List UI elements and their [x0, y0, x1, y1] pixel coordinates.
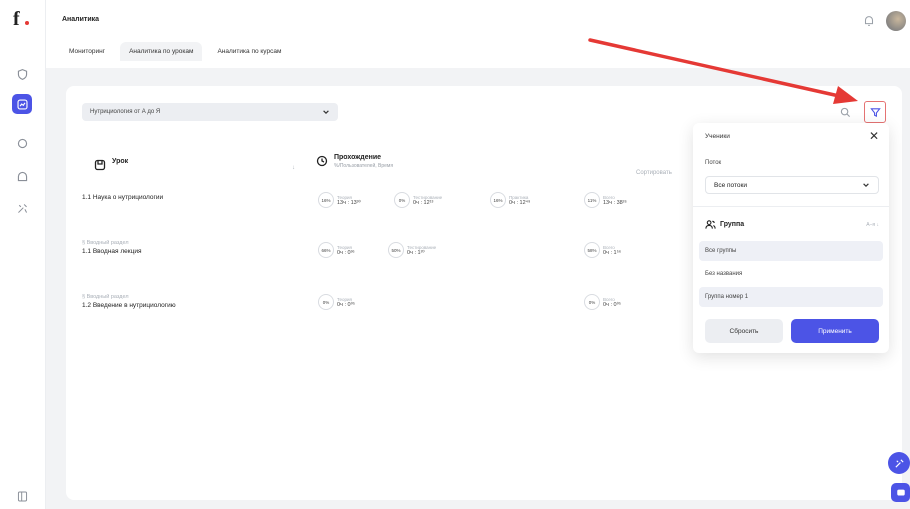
tools-icon	[894, 458, 904, 468]
stat-pct: 11%	[584, 192, 600, 208]
column-progress-title: Прохождение	[334, 154, 382, 161]
stat-value: 0ч : 0⁰⁵	[603, 301, 622, 308]
search-icon	[840, 107, 850, 117]
group-section-title: Группа	[705, 219, 744, 230]
panel-icon[interactable]	[12, 486, 32, 506]
stat-value: 13ч : 38²⁶	[603, 199, 627, 206]
tab-monitoring[interactable]: Мониторинг	[60, 42, 114, 61]
stat-value: 0ч : 0⁰⁵	[337, 301, 356, 308]
filter-panel-title: Ученики	[705, 133, 730, 140]
shield-icon[interactable]	[12, 64, 32, 84]
stat-value: 13ч : 13³⁰	[337, 199, 361, 206]
group-sort-button[interactable]: А–я ↓	[866, 222, 879, 228]
stat-label: Тестирование	[407, 244, 437, 250]
table-row[interactable]: 1.1 Наука о нутрициологии	[82, 192, 163, 201]
stat-total: 58% Всего 0ч : 1⁵⁶	[584, 242, 621, 258]
column-progress-subtitle: %/Пользователей, Время	[334, 163, 394, 169]
group-item-unnamed[interactable]: Без названия	[699, 264, 883, 284]
avatar[interactable]	[886, 11, 906, 31]
section-name: § Вводный раздел	[82, 240, 129, 246]
tab-bar: Мониторинг Аналитика по урокам Аналитика…	[60, 42, 290, 61]
search-button[interactable]	[836, 103, 854, 121]
stat-theory: 0% Теория 0ч : 0⁰⁵	[318, 294, 355, 310]
lesson-name: 1.2 Введение в нутрициологию	[82, 302, 176, 309]
bell-icon[interactable]	[862, 14, 876, 30]
column-progress: Прохождение %/Пользователей, Время	[316, 154, 393, 169]
tab-lesson-analytics[interactable]: Аналитика по урокам	[120, 42, 203, 61]
course-sort-value: Нутрициология от А до Я	[90, 109, 161, 115]
filter-button[interactable]	[864, 101, 886, 123]
chat-button[interactable]	[891, 483, 910, 502]
chevron-down-icon	[863, 183, 869, 188]
chevron-down-icon	[323, 110, 329, 115]
divider	[693, 206, 889, 207]
stat-theory: 16% Теория 13ч : 13³⁰	[318, 192, 361, 208]
stat-testing: 50% Тестирование 0ч : 1²⁰	[388, 242, 436, 258]
filter-panel: Ученики ✕ Поток Все потоки Группа А–я ↓ …	[693, 123, 889, 353]
course-sort-select[interactable]: Нутрициология от А до Я	[82, 103, 338, 121]
section-name: § Вводный раздел	[82, 294, 129, 300]
table-row[interactable]: § Вводный раздел 1.2 Введение в нутрицио…	[82, 294, 176, 309]
tools-icon[interactable]	[12, 198, 32, 218]
home-icon[interactable]	[12, 166, 32, 186]
filter-icon	[869, 107, 881, 117]
close-icon[interactable]: ✕	[869, 129, 879, 143]
stat-pct: 50%	[388, 242, 404, 258]
page-title: Аналитика	[62, 16, 100, 23]
reset-button[interactable]: Сбросить	[705, 319, 783, 343]
stat-total: 0% Всего 0ч : 0⁰⁵	[584, 294, 621, 310]
stat-label: Практика	[509, 194, 529, 200]
group-item-1[interactable]: Группа номер 1	[699, 287, 883, 307]
stat-pct: 16%	[490, 192, 506, 208]
stat-pct: 58%	[584, 242, 600, 258]
chat-icon	[896, 489, 905, 495]
apply-button[interactable]: Применить	[791, 319, 879, 343]
table-row[interactable]: § Вводный раздел 1.1 Вводная лекция	[82, 240, 141, 255]
sort-arrow-icon[interactable]: ↓	[292, 165, 295, 171]
stat-pct: 0%	[394, 192, 410, 208]
stat-testing: 0% Тестирование 0ч : 12¹³	[394, 192, 442, 208]
stream-value: Все потоки	[714, 181, 747, 189]
sidebar: f	[0, 0, 46, 509]
stat-value: 0ч : 12¹³	[413, 199, 434, 206]
stat-value: 0ч : 12⁴⁹	[509, 199, 531, 206]
stat-total: 11% Всего 13ч : 38²⁶	[584, 192, 627, 208]
stat-value: 0ч : 1⁵⁶	[603, 249, 622, 256]
logo[interactable]: f	[13, 8, 31, 30]
lesson-icon	[94, 159, 106, 171]
stream-select[interactable]: Все потоки	[705, 176, 879, 194]
stat-pct: 0%	[318, 294, 334, 310]
circle-icon[interactable]	[12, 133, 32, 153]
stat-pct: 66%	[318, 242, 334, 258]
column-lesson-title: Урок	[112, 158, 129, 165]
stream-label: Поток	[705, 160, 722, 166]
stat-value: 0ч : 1²⁰	[407, 249, 425, 256]
lesson-name: 1.1 Вводная лекция	[82, 248, 142, 255]
progress-icon	[316, 155, 328, 167]
stat-pct: 0%	[584, 294, 600, 310]
stat-pct: 16%	[318, 192, 334, 208]
group-title: Группа	[720, 221, 745, 228]
sort-button[interactable]: Сортировать	[636, 170, 672, 176]
stat-value: 0ч : 0³⁶	[337, 249, 355, 256]
lesson-name: 1.1 Наука о нутрициологии	[82, 194, 164, 201]
tools-fab-button[interactable]	[888, 452, 910, 474]
group-item-all[interactable]: Все группы	[699, 241, 883, 261]
group-icon	[705, 220, 716, 229]
stat-practice: 16% Практика 0ч : 12⁴⁹	[490, 192, 530, 208]
analytics-icon[interactable]	[12, 94, 32, 114]
stat-label: Тестирование	[413, 194, 443, 200]
tab-course-analytics[interactable]: Аналитика по курсам	[208, 42, 290, 61]
stat-theory: 66% Теория 0ч : 0³⁶	[318, 242, 355, 258]
column-lesson: Урок	[94, 158, 128, 171]
header: Аналитика Мониторинг Аналитика по урокам…	[46, 0, 910, 68]
